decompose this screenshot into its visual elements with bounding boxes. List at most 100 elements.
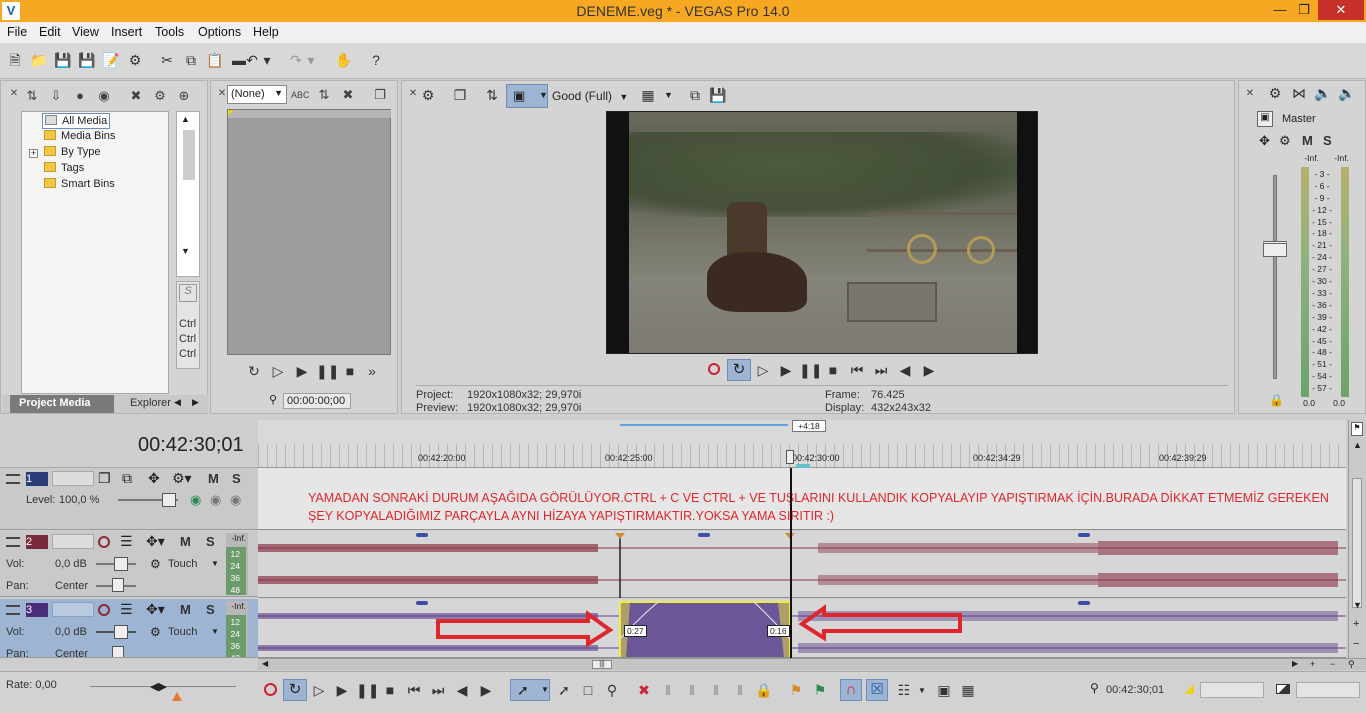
preview-properties-icon[interactable]: ⚙ [418, 85, 438, 105]
delete-icon[interactable]: ✖ [634, 680, 654, 700]
record-icon[interactable] [264, 683, 277, 696]
loop-icon[interactable]: ↻ [244, 361, 264, 381]
open-folder-icon[interactable]: 📁 [29, 50, 49, 70]
save-snapshot-icon[interactable]: 💾 [708, 85, 728, 105]
composite-child-icon[interactable]: ◉ [190, 492, 201, 508]
tree-smart-bins[interactable]: Smart Bins [44, 178, 115, 190]
forward-icon[interactable]: » [362, 361, 382, 381]
track-fx-icon[interactable]: ✥▾ [146, 533, 165, 550]
trimmer-clear-icon[interactable]: ✖ [339, 86, 357, 104]
snapping-icon[interactable]: ∩ [840, 679, 862, 701]
capture-icon[interactable]: ⇩ [47, 87, 65, 105]
selection-start-field[interactable] [1200, 682, 1264, 698]
vol-slider-handle[interactable] [114, 557, 128, 571]
automation-mode[interactable]: Touch [168, 558, 197, 570]
render-icon[interactable]: 📝 [101, 50, 121, 70]
split-screen-icon[interactable]: ⇅ [482, 85, 502, 105]
track-3-solo[interactable]: S [206, 602, 215, 617]
panel-close-icon[interactable]: ✕ [5, 85, 23, 103]
expand-icon[interactable]: + [29, 149, 38, 158]
next-frame-icon[interactable]: ▶ [476, 680, 496, 700]
hscroll-thumb[interactable]: ||| [592, 660, 612, 669]
trimmer-timecode[interactable]: 00:00:00;00 [283, 393, 351, 409]
trim-icon[interactable]: ‖ [658, 680, 678, 700]
grid-icon[interactable]: ▦ [638, 85, 658, 105]
zoom-minus-icon[interactable]: − [1330, 659, 1335, 669]
automation-gear-icon[interactable]: ⚙ [150, 625, 161, 639]
downmix-icon[interactable]: ⋈ [1289, 83, 1309, 103]
level-slider-handle[interactable] [162, 493, 176, 507]
ignore-grouping-icon[interactable]: ▦ [958, 680, 978, 700]
selection-tool-icon[interactable]: □ [578, 680, 598, 700]
undo-icon[interactable]: ↶ [242, 50, 262, 70]
marker-icon[interactable]: ⚑ [786, 680, 806, 700]
tree-all-media[interactable]: All Media [42, 113, 111, 129]
track-fx-icon[interactable]: ⧉ [122, 470, 132, 487]
scroll-down-icon[interactable]: ▼ [181, 246, 190, 256]
pause-icon[interactable]: ❚❚ [356, 680, 379, 700]
video-frame[interactable] [606, 111, 1038, 354]
menu-edit[interactable]: Edit [39, 25, 61, 39]
close-button[interactable]: ✕ [1318, 0, 1364, 20]
views-icon[interactable]: ⊕ [175, 87, 193, 105]
trimmer-tool-icon[interactable]: ⇅ [315, 86, 333, 104]
lock-envelopes-icon[interactable]: ▣ [934, 680, 954, 700]
pause-icon[interactable]: ❚❚ [316, 361, 339, 381]
timeline-hscroll[interactable]: ◀ ||| ▶ + − ⚲ [258, 658, 1366, 670]
automation-gear-icon[interactable]: ⚙ [150, 557, 161, 571]
hand-tool-icon[interactable]: ✋ [334, 50, 354, 70]
master-fx-chain-icon[interactable]: ⚙ [1279, 133, 1291, 149]
tree-media-bins[interactable]: Media Bins [44, 130, 115, 142]
lock-icon[interactable]: 🔒 [1269, 393, 1284, 407]
rate-slider-handle[interactable]: ◀▶ [150, 680, 167, 693]
zoom-in-icon[interactable]: + [1353, 618, 1359, 630]
stop-icon[interactable]: ■ [823, 360, 843, 380]
dim-output-icon[interactable]: 🔉 [1337, 83, 1357, 103]
scroll-left-icon[interactable]: ◀ [262, 659, 268, 668]
chevron-down-icon[interactable]: ▼ [918, 686, 926, 695]
automation-mode[interactable]: Touch [168, 626, 197, 638]
vol-slider-handle[interactable] [114, 625, 128, 639]
track-1-mute[interactable]: M [208, 471, 219, 486]
scroll-right-icon[interactable]: ▶ [1292, 659, 1298, 668]
track-menu-icon[interactable] [6, 474, 20, 484]
stop-icon[interactable]: ■ [340, 361, 360, 381]
trimmer-display[interactable] [227, 109, 391, 355]
chevron-down-icon[interactable]: ▼ [664, 90, 673, 100]
tab-right-arrow-icon[interactable]: ▶ [192, 397, 199, 408]
next-frame-icon[interactable]: ▶ [919, 360, 939, 380]
split-icon[interactable]: ‖ [730, 680, 750, 700]
trim-end-icon[interactable]: ‖ [706, 680, 726, 700]
menu-tools[interactable]: Tools [155, 25, 184, 39]
menu-help[interactable]: Help [253, 25, 279, 39]
track-menu-icon[interactable] [6, 537, 20, 547]
arm-record-icon[interactable] [98, 536, 110, 548]
track-invert-icon[interactable]: ☰ [120, 533, 133, 550]
go-to-start-icon[interactable]: ⏮ [847, 360, 867, 380]
play-icon[interactable]: ▶ [332, 680, 352, 700]
media-scrollbar[interactable]: ▲ ▼ [176, 111, 200, 277]
save-as-icon[interactable]: 💾 [77, 50, 97, 70]
zoom-plus-icon[interactable]: + [1310, 659, 1315, 669]
cut-icon[interactable]: ✂ [157, 50, 177, 70]
track-3-mute[interactable]: M [180, 602, 191, 617]
chevron-down-icon[interactable]: ▼ [211, 627, 219, 636]
zoom-out-icon[interactable]: − [1353, 638, 1359, 650]
menu-view[interactable]: View [72, 25, 99, 39]
scroll-thumb[interactable] [183, 130, 195, 180]
maximize-button[interactable]: ❐ [1292, 0, 1316, 20]
play-icon[interactable]: ▶ [292, 361, 312, 381]
play-from-start-icon[interactable]: ▷ [309, 680, 329, 700]
properties-gear-icon[interactable]: ⚙ [125, 50, 145, 70]
menu-file[interactable]: File [7, 25, 27, 39]
scroll-up-icon[interactable]: ▲ [1353, 440, 1362, 450]
selection-length-field[interactable] [1296, 682, 1360, 698]
web-icon[interactable]: ◉ [95, 87, 113, 105]
tab-explorer[interactable]: Explorer [130, 397, 171, 409]
preview-quality-dropdown[interactable]: Good (Full) ▼ [552, 89, 628, 103]
mixer-properties-icon[interactable]: ⚙ [1265, 83, 1285, 103]
master-solo-button[interactable]: S [1323, 133, 1332, 148]
preview-mode-button[interactable]: ▣ ▼ [506, 84, 548, 108]
trimmer-window-icon[interactable]: ❐ [371, 86, 389, 104]
flag-icon[interactable]: ⚑ [1351, 422, 1363, 436]
